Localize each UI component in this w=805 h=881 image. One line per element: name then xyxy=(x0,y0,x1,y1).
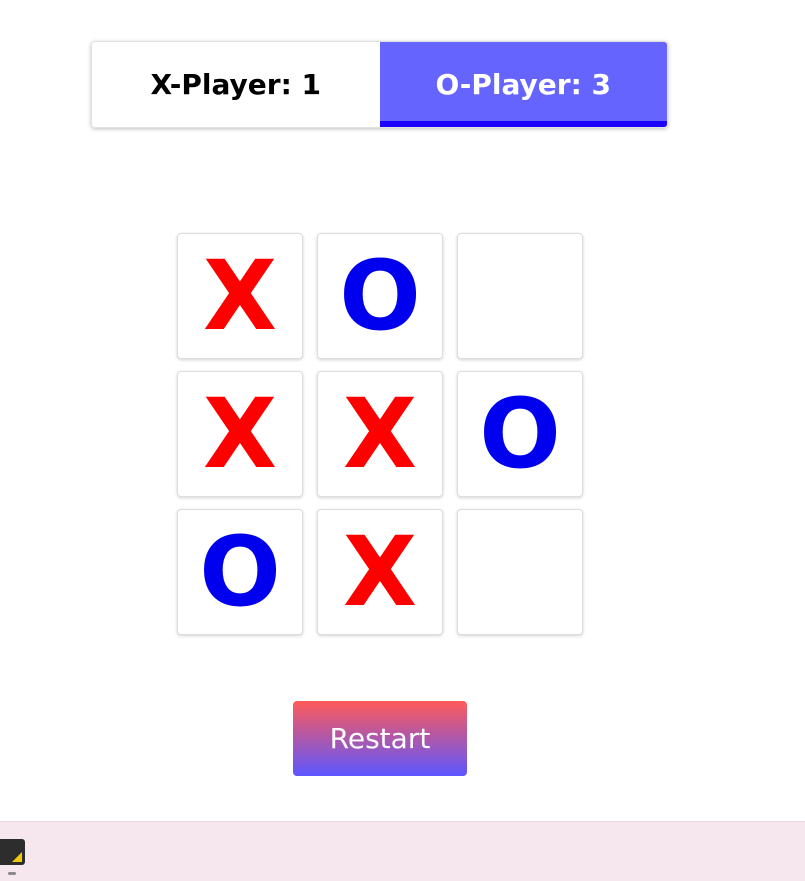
board-cell-2[interactable]: O xyxy=(317,233,443,359)
scoreboard: X-Player: 1 O-Player: 3 xyxy=(91,41,668,128)
restart-button[interactable]: Restart xyxy=(293,701,467,776)
running-indicator xyxy=(8,872,16,875)
board-cell-5[interactable]: X xyxy=(317,371,443,497)
board-cell-8[interactable]: X xyxy=(317,509,443,635)
board-cell-9[interactable] xyxy=(457,509,583,635)
board-cell-6[interactable]: O xyxy=(457,371,583,497)
board-cell-3[interactable] xyxy=(457,233,583,359)
board-cell-4[interactable]: X xyxy=(177,371,303,497)
board-cell-7[interactable]: O xyxy=(177,509,303,635)
taskbar xyxy=(0,821,805,881)
game-page: X-Player: 1 O-Player: 3 X O X X O O X Re… xyxy=(0,0,805,881)
x-player-score: X-Player: 1 xyxy=(92,42,380,127)
game-board: X O X X O O X xyxy=(177,233,583,635)
board-cell-1[interactable]: X xyxy=(177,233,303,359)
o-player-score: O-Player: 3 xyxy=(379,42,667,127)
sticky-notes-icon[interactable] xyxy=(0,839,25,865)
